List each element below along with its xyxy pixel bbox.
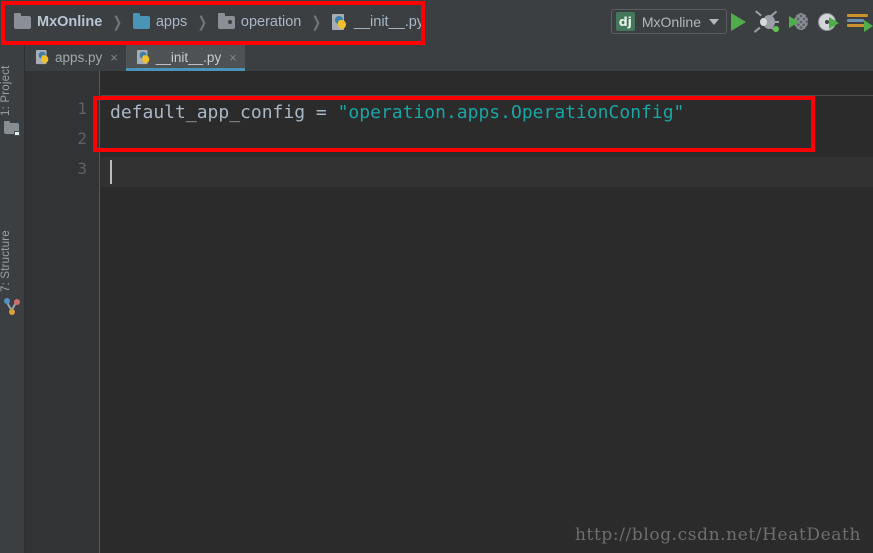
chevron-right-icon: ❯ — [197, 14, 208, 31]
profile-icon — [818, 12, 839, 32]
chevron-down-icon — [709, 18, 719, 25]
sidebar-item-structure[interactable]: 7: Structure — [0, 206, 24, 292]
structure-nodes-icon — [4, 298, 20, 315]
code-editor[interactable]: 1 2 3 default_app_config = "operation.ap… — [25, 71, 873, 553]
coverage-icon — [788, 13, 808, 31]
run-toolbar — [723, 8, 873, 36]
pycharm-window: MxOnline ❯ apps ❯ operation ❯ __init__.p… — [0, 0, 873, 553]
folder-blue-icon — [132, 12, 150, 29]
python-file-icon — [35, 50, 50, 65]
line-number: 1 — [77, 99, 87, 118]
close-icon[interactable]: × — [229, 51, 237, 64]
editor-tab-label: apps.py — [55, 50, 103, 65]
debug-button[interactable] — [753, 8, 783, 36]
breadcrumb-item-mxonline[interactable]: MxOnline — [14, 0, 102, 44]
attach-to-process-button[interactable] — [843, 8, 873, 36]
folder-source-root-icon — [217, 12, 235, 29]
chevron-right-icon: ❯ — [311, 14, 322, 31]
folder-module-icon — [14, 12, 31, 29]
run-triangle-icon — [730, 13, 746, 31]
line-number: 3 — [77, 159, 87, 178]
editor-tab-strip: apps.py × __init__.py × — [25, 44, 873, 71]
project-folder-icon — [4, 120, 20, 136]
breadcrumb: MxOnline ❯ apps ❯ operation ❯ __init__.p… — [14, 0, 424, 44]
code-line-3[interactable] — [101, 157, 873, 187]
top-toolbar: MxOnline ❯ apps ❯ operation ❯ __init__.p… — [0, 0, 873, 44]
breadcrumb-item-init-py[interactable]: __init__.py — [331, 0, 425, 44]
watermark-text: http://blog.csdn.net/HeatDeath — [574, 525, 861, 545]
code-token-operator: = — [305, 101, 338, 123]
breadcrumb-item-operation[interactable]: operation — [217, 0, 302, 44]
line-number: 2 — [77, 129, 87, 148]
breadcrumb-label: apps — [155, 14, 188, 30]
text-caret — [110, 160, 112, 184]
profile-button[interactable] — [813, 8, 843, 36]
code-text-area[interactable]: default_app_config = "operation.apps.Ope… — [101, 71, 873, 553]
django-badge-icon: dj — [615, 12, 635, 31]
left-tool-window-stripe: 1: Project 7: Structure — [0, 44, 25, 553]
breadcrumb-label: operation — [240, 14, 302, 30]
editor-tab-label: __init__.py — [155, 50, 222, 65]
run-configuration-selector[interactable]: dj MxOnline — [610, 9, 727, 34]
python-file-icon — [136, 50, 151, 65]
run-configuration-name: MxOnline — [641, 13, 701, 30]
code-line-1[interactable]: default_app_config = "operation.apps.Ope… — [101, 97, 873, 127]
code-token-identifier: default_app_config — [110, 101, 306, 123]
breadcrumb-label: __init__.py — [353, 14, 425, 30]
code-line-2[interactable] — [101, 127, 873, 157]
debug-bug-icon — [753, 10, 779, 33]
close-icon[interactable]: × — [110, 51, 118, 64]
breadcrumb-label: MxOnline — [37, 14, 103, 30]
code-token-string: "operation.apps.OperationConfig" — [337, 101, 685, 123]
python-file-icon — [331, 13, 348, 31]
breadcrumb-item-apps[interactable]: apps — [132, 0, 188, 44]
chevron-right-icon: ❯ — [112, 14, 123, 31]
run-button[interactable] — [723, 8, 753, 36]
sidebar-item-project[interactable]: 1: Project — [0, 46, 24, 116]
line-number-gutter[interactable]: 1 2 3 — [25, 71, 100, 553]
run-with-coverage-button[interactable] — [783, 8, 813, 36]
editor-tab-apps-py[interactable]: apps.py × — [25, 44, 126, 71]
editor-tab-init-py[interactable]: __init__.py × — [125, 44, 245, 71]
attach-process-icon — [847, 13, 873, 32]
